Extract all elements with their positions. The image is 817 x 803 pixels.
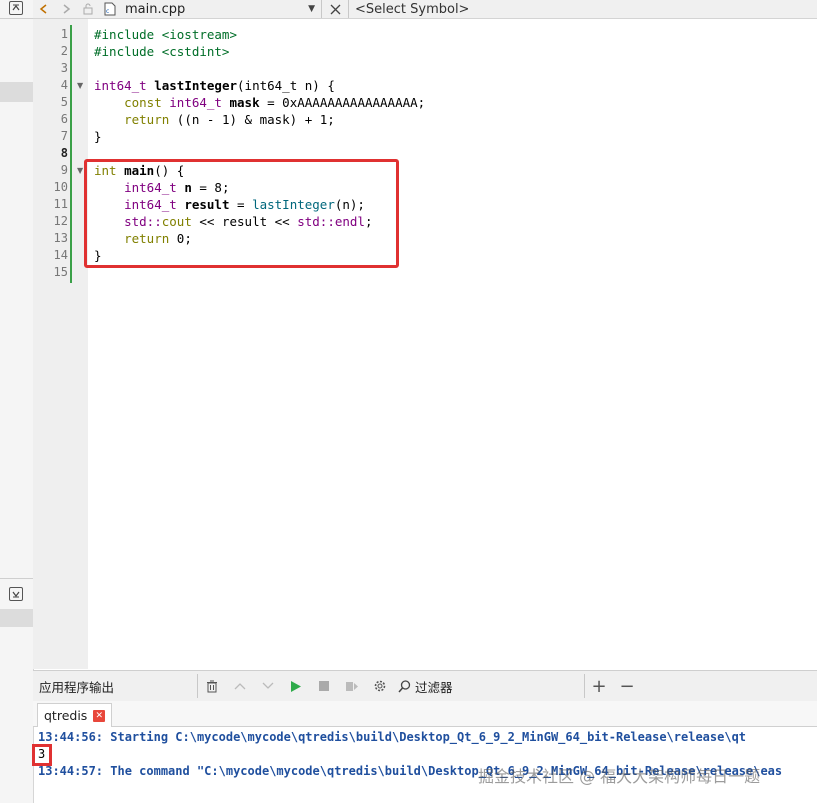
file-selector[interactable]: main.cpp ▼ <box>121 2 321 17</box>
code-line-7[interactable]: } <box>94 128 102 145</box>
chevron-down-icon: ▼ <box>308 4 315 14</box>
chevron-up-icon[interactable] <box>226 682 254 690</box>
chevron-down-icon[interactable] <box>254 682 282 690</box>
attach-debugger-icon[interactable] <box>338 680 366 693</box>
change-marker <box>70 25 72 283</box>
back-icon[interactable] <box>33 0 55 18</box>
close-icon[interactable]: ✕ <box>93 709 106 722</box>
collapse-down-icon[interactable] <box>9 587 23 601</box>
code-line-1[interactable]: #include <iostream> <box>94 26 237 43</box>
gear-icon[interactable] <box>366 679 394 693</box>
qt-creator-window: c main.cpp ▼ <Select Symbol> 1 2 3 4 5 6… <box>0 0 817 803</box>
remove-icon[interactable]: − <box>613 676 641 697</box>
fold-arrow-icon[interactable]: ▼ <box>77 162 83 179</box>
line-number: 2 <box>60 44 68 58</box>
file-name: main.cpp <box>125 1 186 17</box>
line-number: 9 <box>60 163 68 177</box>
lock-icon[interactable] <box>77 0 99 18</box>
left-sidebar <box>0 0 34 803</box>
close-icon[interactable] <box>322 0 348 18</box>
run-icon[interactable] <box>282 680 310 693</box>
code-line-5[interactable]: const int64_t mask = 0xAAAAAAAAAAAAAAAA; <box>94 94 425 111</box>
line-number: 5 <box>60 95 68 109</box>
main-function-highlight <box>84 159 399 268</box>
tab-label: qtredis <box>44 708 88 723</box>
code-line-4[interactable]: int64_t lastInteger(int64_t n) { <box>94 77 335 94</box>
code-line-6[interactable]: return ((n - 1) & mask) + 1; <box>94 111 335 128</box>
tab-qtredis[interactable]: qtredis ✕ <box>37 703 113 727</box>
line-number: 11 <box>53 197 68 211</box>
line-number: 3 <box>60 61 68 75</box>
symbol-selector[interactable]: <Select Symbol> <box>349 2 469 17</box>
collapse-up-icon[interactable] <box>9 1 23 15</box>
editor-toolbar: c main.cpp ▼ <Select Symbol> <box>33 0 817 19</box>
output-line: 13:44:56: Starting C:\mycode\mycode\qtre… <box>38 730 747 744</box>
forward-icon[interactable] <box>55 0 77 18</box>
trash-icon[interactable] <box>198 680 226 693</box>
sidebar-selected-item-2[interactable] <box>0 609 33 627</box>
line-number: 10 <box>53 180 68 194</box>
code-line-2[interactable]: #include <cstdint> <box>94 43 229 60</box>
line-number: 7 <box>60 129 68 143</box>
output-panel-title: 应用程序输出 <box>39 679 115 695</box>
svg-text:c: c <box>106 8 109 15</box>
add-icon[interactable]: + <box>585 676 613 697</box>
line-number: 14 <box>53 248 68 262</box>
output-panel-header: 应用程序输出 过滤器 + − <box>33 670 817 702</box>
line-number: 13 <box>53 231 68 245</box>
line-number: 12 <box>53 214 68 228</box>
filter-label: 过滤器 <box>415 679 453 695</box>
stop-icon[interactable] <box>310 680 338 692</box>
watermark: 掘金技术社区 @ 福大大架构师每日一题 <box>478 767 761 786</box>
search-icon <box>398 679 411 692</box>
line-number: 8 <box>60 146 68 160</box>
cpp-file-icon: c <box>99 0 121 18</box>
fold-arrow-icon[interactable]: ▼ <box>77 77 83 94</box>
line-number: 4 <box>60 78 68 92</box>
filter-box[interactable]: 过滤器 <box>394 677 453 696</box>
output-tabbar: qtredis ✕ <box>33 701 817 727</box>
line-number: 1 <box>60 27 68 41</box>
line-number: 15 <box>53 265 68 279</box>
sidebar-selected-item[interactable] <box>0 82 33 102</box>
line-number: 6 <box>60 112 68 126</box>
